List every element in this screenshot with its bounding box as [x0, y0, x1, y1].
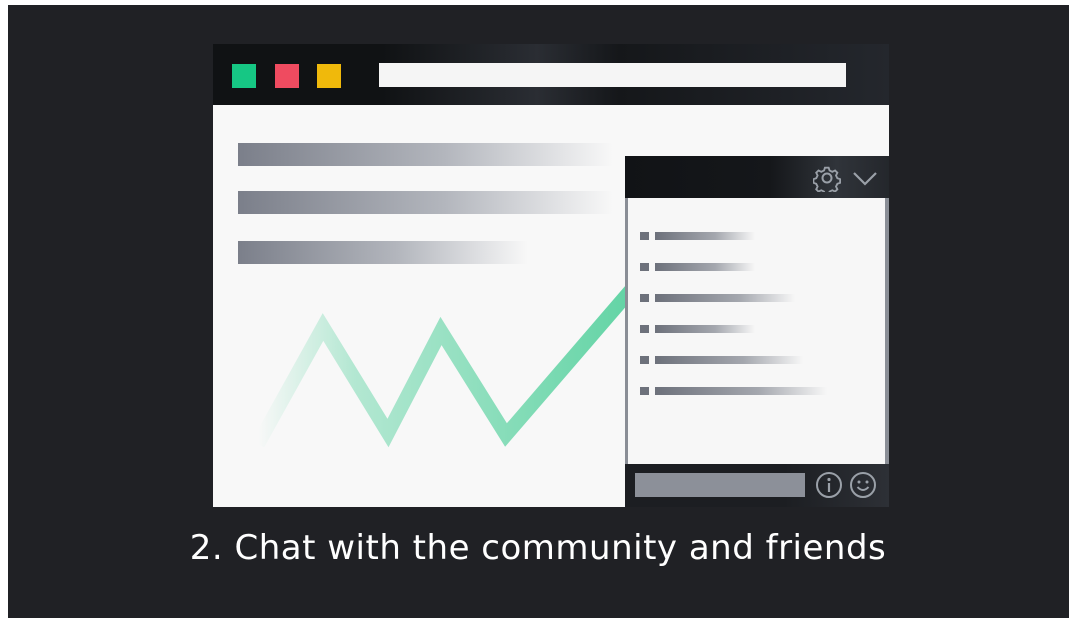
chat-footer — [625, 464, 889, 507]
chat-messages — [628, 198, 885, 464]
caption-text: 2. Chat with the community and friends — [189, 528, 887, 568]
chat-header — [625, 156, 889, 198]
trend-line — [251, 271, 649, 448]
gear-icon[interactable] — [813, 164, 841, 192]
chat-panel — [625, 156, 889, 507]
browser-window — [213, 44, 889, 507]
info-icon[interactable] — [815, 471, 843, 499]
chevron-down-icon[interactable] — [851, 167, 879, 189]
smile-icon[interactable] — [849, 471, 877, 499]
chat-input[interactable] — [635, 473, 805, 497]
